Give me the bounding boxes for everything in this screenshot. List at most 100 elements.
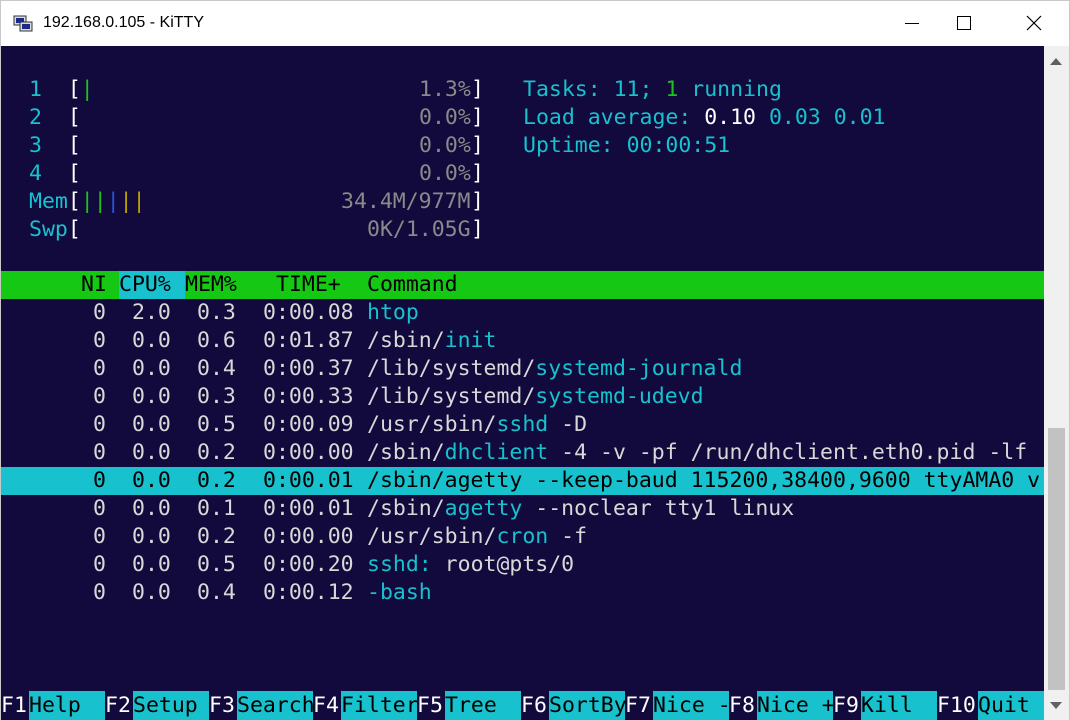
command-args: -D bbox=[548, 412, 588, 437]
table-row[interactable]: 0 0.0 0.4 0:00.12 -bash bbox=[1, 579, 1044, 607]
table-row[interactable]: 0 0.0 0.1 0:00.01/sbin/agetty --noclear tty… bbox=[1, 495, 1044, 523]
table-row[interactable]: 0 0.0 0.5 0:00.20 sshd: root@pts/0 bbox=[1, 551, 1044, 579]
terminal-area[interactable]: 1 [| 1.3% ] 2 [ 0.0% ] 3 [ 0.0% ] 4 [ 0.… bbox=[1, 46, 1044, 720]
command-path: /usr/sbin/ bbox=[367, 524, 497, 549]
scrollbar-thumb[interactable] bbox=[1048, 428, 1065, 690]
fkey-label: SortBy bbox=[549, 691, 627, 720]
cell-ni: 0 bbox=[93, 524, 106, 549]
meter-bracket: ] bbox=[471, 217, 484, 242]
cell-cpu: 0.0 bbox=[132, 496, 171, 521]
cell-command: /lib/systemd/systemd-udevd bbox=[367, 383, 704, 411]
command-name: init bbox=[444, 328, 497, 353]
fkey-key: F2 bbox=[105, 691, 131, 720]
fkey-label: Nice + bbox=[757, 691, 835, 720]
fkey-label: Tree bbox=[445, 691, 523, 720]
cell-cpu: 0.0 bbox=[132, 356, 171, 381]
maximize-button[interactable] bbox=[941, 1, 987, 46]
vertical-scrollbar[interactable] bbox=[1044, 46, 1069, 720]
command-name: sshd bbox=[496, 412, 549, 437]
putty-terminal-icon bbox=[13, 15, 33, 32]
cell-mem: 0.2 bbox=[197, 440, 236, 465]
table-row[interactable]: 0 0.0 0.6 0:01.87/sbin/init bbox=[1, 327, 1044, 355]
cell-command: /usr/sbin/cron -f bbox=[367, 523, 587, 551]
table-row-selected[interactable]: 0 0.0 0.2 0:00.01/sbin/agetty --keep-baud 1… bbox=[1, 467, 1044, 495]
cell-command: /sbin/init bbox=[367, 327, 496, 355]
table-row[interactable]: 0 2.0 0.3 0:00.08 htop bbox=[1, 299, 1044, 327]
cpu-value: 0.0% bbox=[419, 105, 471, 130]
table-row[interactable]: 0 0.0 0.5 0:00.09/usr/sbin/sshd -D bbox=[1, 411, 1044, 439]
cell-command: /lib/systemd/systemd-journald bbox=[367, 355, 742, 383]
fkey-key: F7 bbox=[625, 691, 651, 720]
function-key-bar: F1 Help F2 Setup F3 Search F4 Filter F5 Tree F6… bbox=[1, 691, 1044, 720]
close-button[interactable] bbox=[1011, 1, 1057, 46]
cell-time: 0:00.37 bbox=[263, 356, 354, 381]
fkey-label: Quit bbox=[978, 691, 1044, 720]
cell-mem: 0.1 bbox=[197, 496, 236, 521]
tasks-summary: Tasks: 11; 1 running bbox=[523, 77, 782, 102]
load-5min: 0.03 bbox=[768, 105, 821, 130]
running-count: 1 bbox=[665, 77, 679, 102]
title-bar[interactable]: 192.168.0.105 - KiTTY bbox=[1, 1, 1069, 46]
column-time[interactable]: TIME+ bbox=[276, 271, 341, 299]
table-row[interactable]: 0 0.0 0.2 0:00.00/sbin/dhclient -4 -v -pf /… bbox=[1, 439, 1044, 467]
cell-mem: 0.3 bbox=[197, 300, 236, 325]
command-path: /sbin/ bbox=[367, 328, 445, 353]
command-path: /lib/systemd/ bbox=[367, 356, 536, 381]
column-ni[interactable]: NI bbox=[81, 271, 107, 299]
cell-cpu: 0.0 bbox=[132, 440, 171, 465]
table-row[interactable]: 0 0.0 0.3 0:00.33/lib/systemd/systemd-udevd bbox=[1, 383, 1044, 411]
cell-cpu: 0.0 bbox=[132, 552, 171, 577]
scroll-up-arrow-icon[interactable] bbox=[1050, 58, 1062, 65]
cell-ni: 0 bbox=[93, 580, 106, 605]
fkey-label: Setup bbox=[133, 691, 211, 720]
window-title: 192.168.0.105 - KiTTY bbox=[43, 14, 204, 31]
column-command[interactable]: Command bbox=[367, 271, 458, 299]
command-name: sshd: bbox=[367, 552, 432, 577]
fkey-key: F8 bbox=[729, 691, 755, 720]
cell-command: sshd: root@pts/0 bbox=[367, 551, 574, 579]
cell-cpu: 0.0 bbox=[132, 384, 171, 409]
fkey-label: Help bbox=[29, 691, 107, 720]
cpu-label: 2 bbox=[29, 105, 42, 130]
table-row[interactable]: 0 0.0 0.4 0:00.37/lib/systemd/systemd-journ… bbox=[1, 355, 1044, 383]
fkey-label: Nice - bbox=[653, 691, 731, 720]
command-args: -4 -v -pf /run/dhclient.eth0.pid -lf bbox=[548, 440, 1028, 465]
cell-time: 0:01.87 bbox=[263, 328, 354, 353]
command-name: systemd-udevd bbox=[535, 384, 704, 409]
uptime-value: 00:00:51 bbox=[626, 133, 731, 158]
minimize-icon bbox=[905, 23, 919, 24]
cell-mem: 0.3 bbox=[197, 384, 236, 409]
cell-time: 0:00.08 bbox=[263, 300, 354, 325]
load-average: Load average: 0.10 0.03 0.01 bbox=[523, 105, 886, 130]
minimize-button[interactable] bbox=[889, 1, 935, 46]
maximize-icon bbox=[957, 16, 971, 30]
cell-time: 0:00.09 bbox=[263, 412, 354, 437]
cpu-bar: | bbox=[80, 77, 94, 102]
cpu-label: 1 bbox=[29, 77, 42, 102]
cell-ni: 0 bbox=[93, 552, 106, 577]
fkey-label: Filter bbox=[341, 691, 419, 720]
cell-cpu: 0.0 bbox=[132, 328, 171, 353]
command-name: htop bbox=[367, 300, 419, 325]
meter-bracket: ] bbox=[471, 105, 484, 130]
command-name: agetty bbox=[444, 468, 523, 493]
cell-time: 0:00.33 bbox=[263, 384, 354, 409]
column-mem[interactable]: MEM% bbox=[185, 271, 237, 299]
cell-ni: 0 bbox=[93, 328, 106, 353]
scroll-down-arrow-icon[interactable] bbox=[1050, 702, 1062, 709]
table-row[interactable]: 0 0.0 0.2 0:00.00/usr/sbin/cron -f bbox=[1, 523, 1044, 551]
fkey-key: F6 bbox=[521, 691, 547, 720]
fkey-key: F1 bbox=[1, 691, 27, 720]
column-cpu[interactable]: CPU% bbox=[119, 271, 171, 299]
cell-ni: 0 bbox=[93, 356, 106, 381]
cell-cpu: 0.0 bbox=[132, 524, 171, 549]
command-path: /sbin/ bbox=[367, 468, 445, 493]
fkey-key: F5 bbox=[417, 691, 443, 720]
cell-ni: 0 bbox=[93, 440, 106, 465]
cell-command: -bash bbox=[367, 579, 432, 607]
cpu-value: 1.3% bbox=[419, 77, 471, 102]
cell-time: 0:00.20 bbox=[263, 552, 354, 577]
swp-meter: Swp[ bbox=[29, 217, 81, 242]
cell-ni: 0 bbox=[93, 468, 106, 493]
fkey-key: F3 bbox=[209, 691, 235, 720]
